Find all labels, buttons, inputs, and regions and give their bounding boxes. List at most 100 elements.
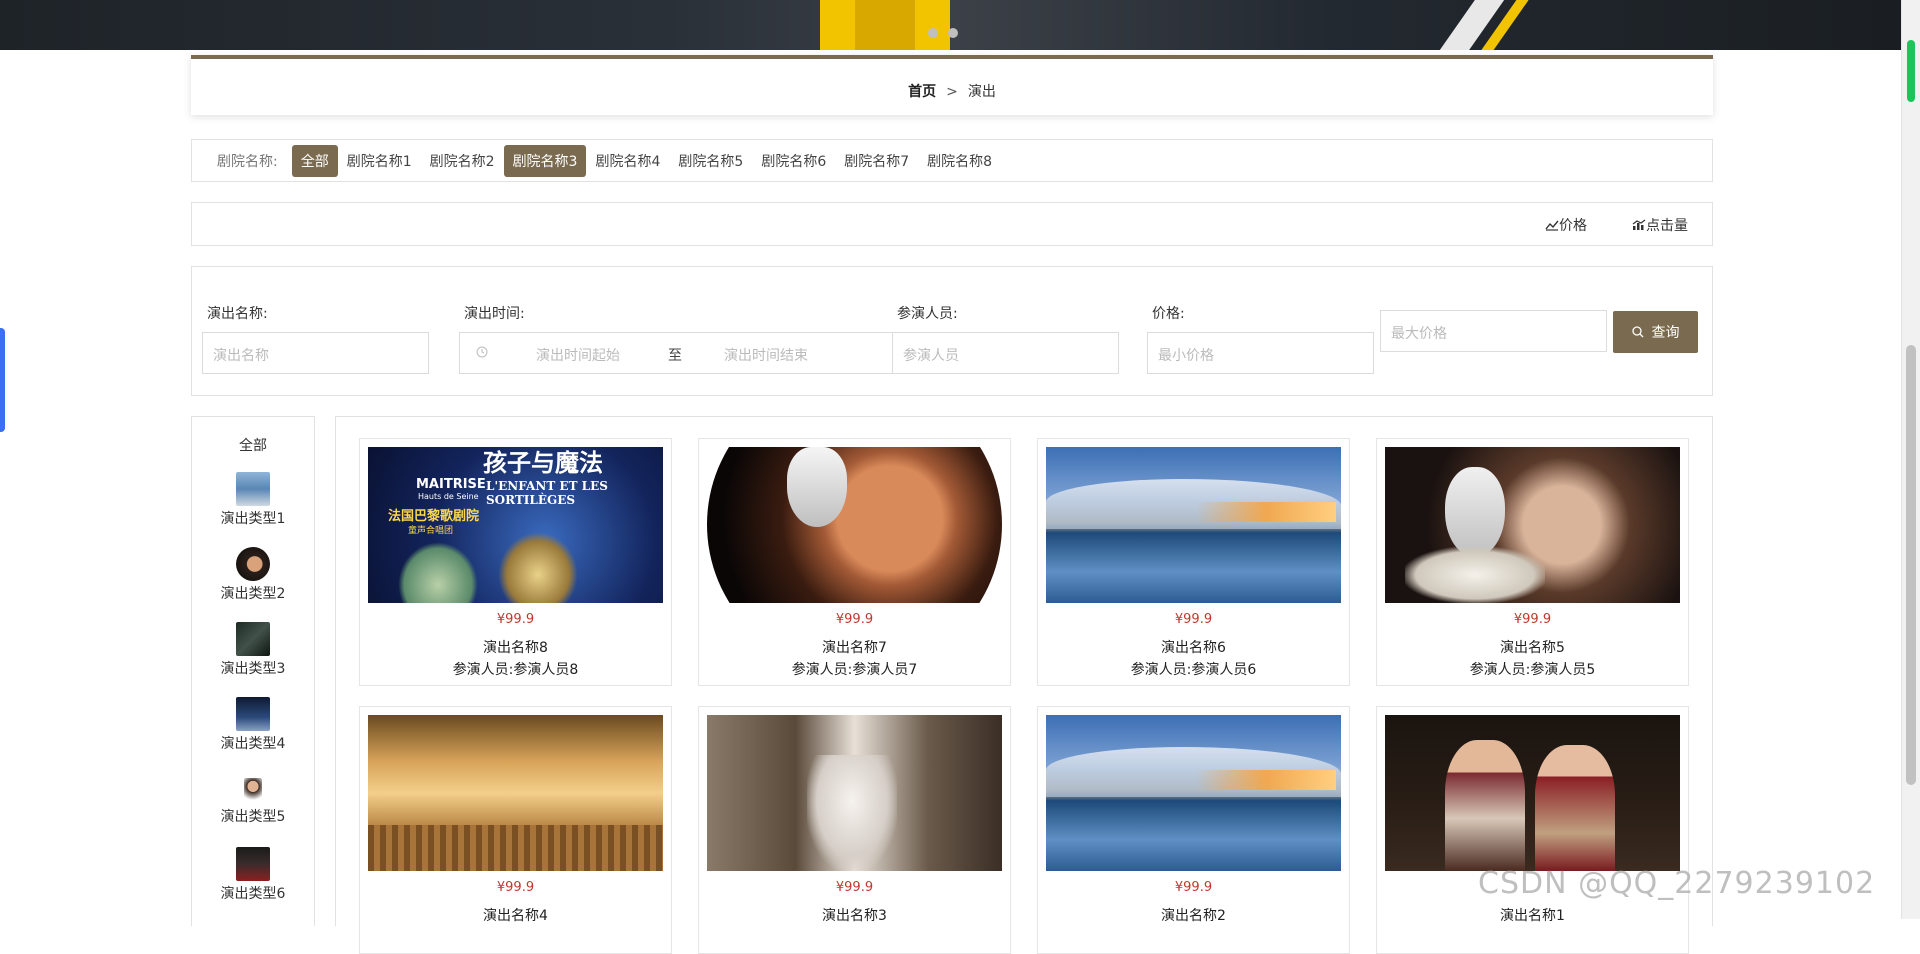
category-all[interactable]: 全部 xyxy=(192,435,314,455)
category-item-6[interactable]: 演出类型6 xyxy=(192,847,314,903)
banner-yellow-shape-dark xyxy=(855,0,915,50)
show-name-label: 演出名称: xyxy=(207,306,268,322)
category-label: 演出类型3 xyxy=(220,661,286,677)
show-name: 演出名称8 xyxy=(483,640,548,656)
top-banner-image xyxy=(0,0,1902,50)
time-range-separator: 至 xyxy=(668,348,682,364)
theater-chip-8[interactable]: 剧院名称8 xyxy=(918,145,1001,177)
show-price: ¥99.9 xyxy=(1174,612,1213,627)
theater-filter-bar: 剧院名称: 全部 剧院名称1 剧院名称2 剧院名称3 剧院名称4 剧院名称5 剧… xyxy=(191,139,1713,182)
category-sidebar: 全部 演出类型1 演出类型2 演出类型3 演出类型4 演出类型5 演出类型6 xyxy=(191,416,315,926)
sort-bar: 价格 点击量 xyxy=(191,202,1713,246)
show-image xyxy=(707,447,1002,603)
cast-label: 参演人员: xyxy=(897,306,958,322)
show-image xyxy=(1046,715,1341,871)
category-thumb-image xyxy=(236,847,270,881)
show-time-label: 演出时间: xyxy=(464,306,525,322)
show-name: 演出名称5 xyxy=(1500,640,1565,656)
scroll-indicator xyxy=(1907,40,1915,102)
show-name: 演出名称3 xyxy=(822,908,887,924)
max-price-input[interactable]: 最大价格 xyxy=(1380,310,1607,352)
carousel-dot[interactable] xyxy=(928,28,938,38)
poster-brand-sub: Hauts de Seine xyxy=(418,492,479,501)
theater-chip-6[interactable]: 剧院名称6 xyxy=(752,145,835,177)
poster-title-fr: L'ENFANT ET LES SORTILÈGES xyxy=(486,479,608,507)
poster-subtitle-cn2: 童声合唱团 xyxy=(408,526,454,536)
trend-icon xyxy=(1545,220,1559,231)
category-label: 演出类型1 xyxy=(220,511,286,527)
show-price: ¥99.9 xyxy=(835,612,874,627)
sort-price-label: 价格 xyxy=(1559,218,1587,234)
show-card[interactable]: ¥99.9 演出名称3 xyxy=(698,706,1011,954)
show-card[interactable]: ¥99.9 演出名称5 参演人员:参演人员5 xyxy=(1376,438,1689,686)
show-time-end-input[interactable]: 演出时间结束 xyxy=(724,345,808,365)
category-item-1[interactable]: 演出类型1 xyxy=(192,472,314,528)
show-cast: 参演人员:参演人员6 xyxy=(1130,662,1257,678)
theater-chip-all[interactable]: 全部 xyxy=(291,144,338,177)
show-name: 演出名称6 xyxy=(1161,640,1226,656)
show-price: ¥99.9 xyxy=(1513,612,1552,627)
vertical-scrollbar[interactable] xyxy=(1901,0,1920,919)
category-item-2[interactable]: 演出类型2 xyxy=(192,547,314,603)
breadcrumb-home-link[interactable]: 首页 xyxy=(908,84,936,100)
poster-subtitle-cn: 法国巴黎歌剧院 xyxy=(388,509,480,524)
category-label: 演出类型2 xyxy=(220,586,286,602)
show-name: 演出名称2 xyxy=(1161,908,1226,924)
category-item-5[interactable]: 演出类型5 xyxy=(192,772,314,826)
show-card[interactable]: ¥99.9 演出名称4 xyxy=(359,706,672,954)
show-name: 演出名称1 xyxy=(1500,908,1565,924)
category-item-4[interactable]: 演出类型4 xyxy=(192,697,314,753)
theater-chip-5[interactable]: 剧院名称5 xyxy=(669,145,752,177)
cast-input[interactable]: 参演人员 xyxy=(892,332,1119,374)
category-label: 演出类型6 xyxy=(220,886,286,902)
price-label: 价格: xyxy=(1152,306,1185,322)
category-thumb-image xyxy=(236,547,270,581)
category-item-3[interactable]: 演出类型3 xyxy=(192,622,314,678)
breadcrumb-separator: > xyxy=(946,84,958,100)
sort-clicks-label: 点击量 xyxy=(1646,218,1688,234)
query-button[interactable]: 查询 xyxy=(1613,311,1698,353)
sort-clicks-button[interactable]: 点击量 xyxy=(1632,215,1688,235)
theater-chip-7[interactable]: 剧院名称7 xyxy=(835,145,918,177)
scrollbar-thumb[interactable] xyxy=(1906,345,1916,785)
show-image xyxy=(707,715,1002,871)
theater-chip-2[interactable]: 剧院名称2 xyxy=(421,145,504,177)
query-button-label: 查询 xyxy=(1651,325,1680,341)
show-time-start-input[interactable]: 演出时间起始 xyxy=(536,345,620,365)
show-cast: 参演人员:参演人员7 xyxy=(791,662,918,678)
carousel-dot[interactable] xyxy=(948,28,958,38)
category-thumb-image xyxy=(244,778,262,802)
show-name-input[interactable]: 演出名称 xyxy=(202,332,429,374)
show-card[interactable]: 演出名称1 xyxy=(1376,706,1689,954)
show-card[interactable]: 孩子与魔法 MAITRISE Hauts de Seine L'ENFANT E… xyxy=(359,438,672,686)
theater-filter-label: 剧院名称: xyxy=(217,153,278,170)
theater-chip-4[interactable]: 剧院名称4 xyxy=(586,145,669,177)
clock-icon xyxy=(476,346,488,358)
show-time-range-input[interactable]: 演出时间起始 至 演出时间结束 xyxy=(459,332,893,374)
csdn-watermark: CSDN @QQ_2279239102 xyxy=(1478,866,1876,901)
side-floating-tab[interactable] xyxy=(0,328,5,432)
show-name: 演出名称4 xyxy=(483,908,548,924)
sort-price-button[interactable]: 价格 xyxy=(1545,215,1587,235)
theater-chip-3[interactable]: 剧院名称3 xyxy=(503,144,587,177)
search-form: 演出名称: 演出名称 演出时间: 演出时间起始 至 演出时间结束 参演人员: 参… xyxy=(191,266,1713,396)
show-card[interactable]: ¥99.9 演出名称2 xyxy=(1037,706,1350,954)
show-image: 孩子与魔法 MAITRISE Hauts de Seine L'ENFANT E… xyxy=(368,447,663,603)
show-price: ¥99.9 xyxy=(496,612,535,627)
poster-brand: MAITRISE xyxy=(416,477,486,492)
show-card[interactable]: ¥99.9 演出名称7 参演人员:参演人员7 xyxy=(698,438,1011,686)
min-price-input[interactable]: 最小价格 xyxy=(1147,332,1374,374)
show-grid: 孩子与魔法 MAITRISE Hauts de Seine L'ENFANT E… xyxy=(335,416,1713,954)
show-price: ¥99.9 xyxy=(496,880,535,895)
show-card[interactable]: ¥99.9 演出名称6 参演人员:参演人员6 xyxy=(1037,438,1350,686)
show-price: ¥99.9 xyxy=(835,880,874,895)
show-cast: 参演人员:参演人员8 xyxy=(452,662,579,678)
theater-chip-1[interactable]: 剧院名称1 xyxy=(338,145,421,177)
show-price: ¥99.9 xyxy=(1174,880,1213,895)
category-thumb-image xyxy=(236,697,270,731)
show-cast: 参演人员:参演人员5 xyxy=(1469,662,1596,678)
category-thumb-image xyxy=(236,622,270,656)
show-image xyxy=(1385,447,1680,603)
show-image xyxy=(1046,447,1341,603)
breadcrumb-current: 演出 xyxy=(967,84,996,100)
